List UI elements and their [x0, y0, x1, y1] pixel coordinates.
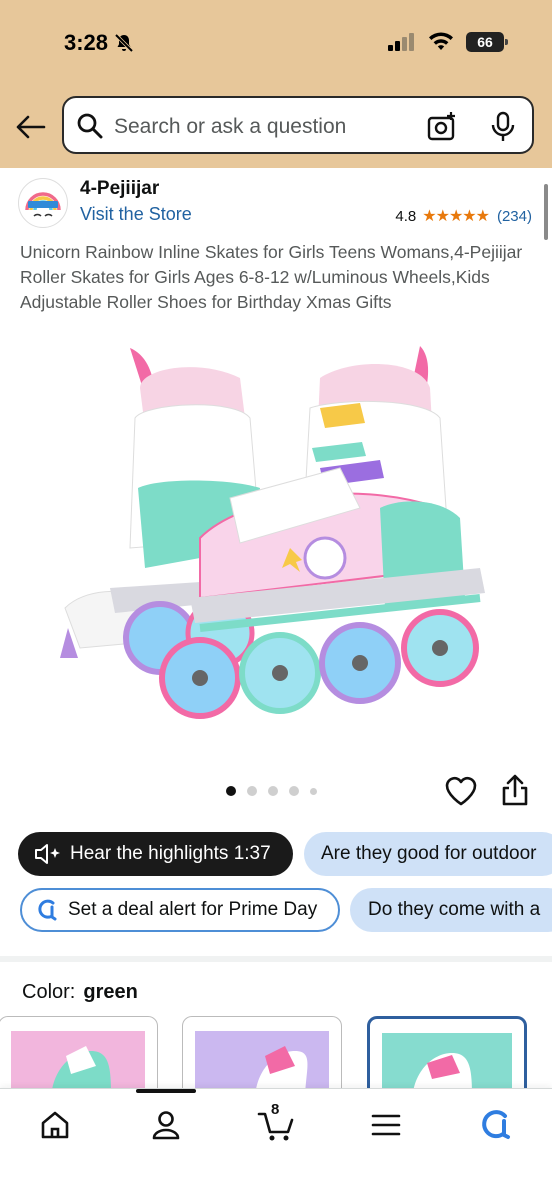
share-button[interactable] [500, 773, 532, 809]
question-label: Do they come with a [368, 899, 541, 920]
nav-rufus[interactable] [474, 1103, 518, 1147]
section-divider [0, 956, 552, 962]
selected-color-value: green [83, 981, 138, 1003]
menu-icon [371, 1114, 401, 1136]
product-title: Unicorn Rainbow Inline Skates for Girls … [20, 242, 523, 312]
star-rating-icon: ★★★★★ [422, 208, 490, 225]
share-icon [502, 774, 528, 806]
image-carousel-dots[interactable] [226, 786, 317, 796]
camera-search-icon[interactable] [426, 111, 458, 143]
cellular-signal-icon [388, 33, 414, 51]
nav-home[interactable] [33, 1103, 77, 1147]
back-arrow-icon [16, 115, 46, 139]
battery-indicator: 66 [466, 32, 508, 52]
active-tab-indicator [136, 1089, 196, 1093]
search-placeholder: Search or ask a question [114, 115, 347, 138]
question-label: Are they good for outdoor [321, 843, 537, 864]
product-image[interactable] [50, 338, 510, 748]
speaker-sparkle-icon [35, 844, 60, 864]
battery-level: 66 [477, 34, 493, 50]
search-row: Search or ask a question [0, 94, 552, 158]
carousel-dot[interactable] [310, 787, 317, 795]
color-label-text: Color: [22, 981, 76, 1003]
nav-account[interactable] [144, 1103, 188, 1147]
wishlist-button[interactable] [444, 775, 478, 809]
rating-count[interactable]: (234) [497, 208, 532, 225]
suggested-question-chip[interactable]: Are they good for outdoor [304, 832, 552, 876]
status-bar: 3:28 66 [0, 0, 552, 90]
carousel-dot[interactable] [289, 786, 299, 796]
nav-cart[interactable]: 8 [254, 1101, 298, 1147]
deal-alert-chip[interactable]: Set a deal alert for Prime Day [20, 888, 340, 932]
highlights-label: Hear the highlights 1:37 [70, 843, 271, 864]
color-selector-label: Color: green [22, 981, 138, 1004]
search-input[interactable]: Search or ask a question [62, 96, 534, 154]
rufus-icon [482, 1110, 510, 1139]
cart-count: 8 [271, 1101, 280, 1118]
visit-store-link[interactable]: Visit the Store [80, 204, 192, 225]
brand-name: 4-Pejiijar [80, 178, 160, 199]
heart-icon [445, 776, 477, 806]
rating-summary[interactable]: 4.8 ★★★★★ (234) [395, 206, 532, 226]
hear-highlights-button[interactable]: Hear the highlights 1:37 [18, 832, 293, 876]
rufus-icon [38, 899, 57, 921]
carousel-dot[interactable] [247, 786, 257, 796]
back-button[interactable] [14, 110, 48, 144]
time-text: 3:28 [64, 30, 109, 55]
rainbow-logo-icon [25, 192, 61, 217]
status-time: 3:28 [64, 30, 134, 56]
store-logo[interactable] [18, 178, 68, 228]
home-icon [41, 1111, 69, 1139]
status-indicators: 66 [388, 32, 508, 52]
bottom-navigation: 8 [0, 1088, 552, 1200]
nav-menu[interactable] [364, 1103, 408, 1147]
inline-skates-image [60, 346, 485, 719]
search-icon [77, 113, 103, 139]
rating-value: 4.8 [395, 207, 417, 225]
store-row: 4-Pejiijar Visit the Store 4.8 ★★★★★ (23… [0, 172, 552, 234]
deal-alert-label: Set a deal alert for Prime Day [68, 899, 318, 920]
carousel-dot[interactable] [226, 786, 236, 796]
wifi-icon [429, 32, 453, 50]
suggested-question-chip[interactable]: Do they come with a [350, 888, 552, 932]
scrollbar [544, 184, 548, 240]
carousel-dot[interactable] [268, 786, 278, 796]
microphone-icon[interactable] [490, 111, 516, 143]
silent-bell-icon [114, 33, 134, 53]
account-icon [152, 1111, 180, 1140]
